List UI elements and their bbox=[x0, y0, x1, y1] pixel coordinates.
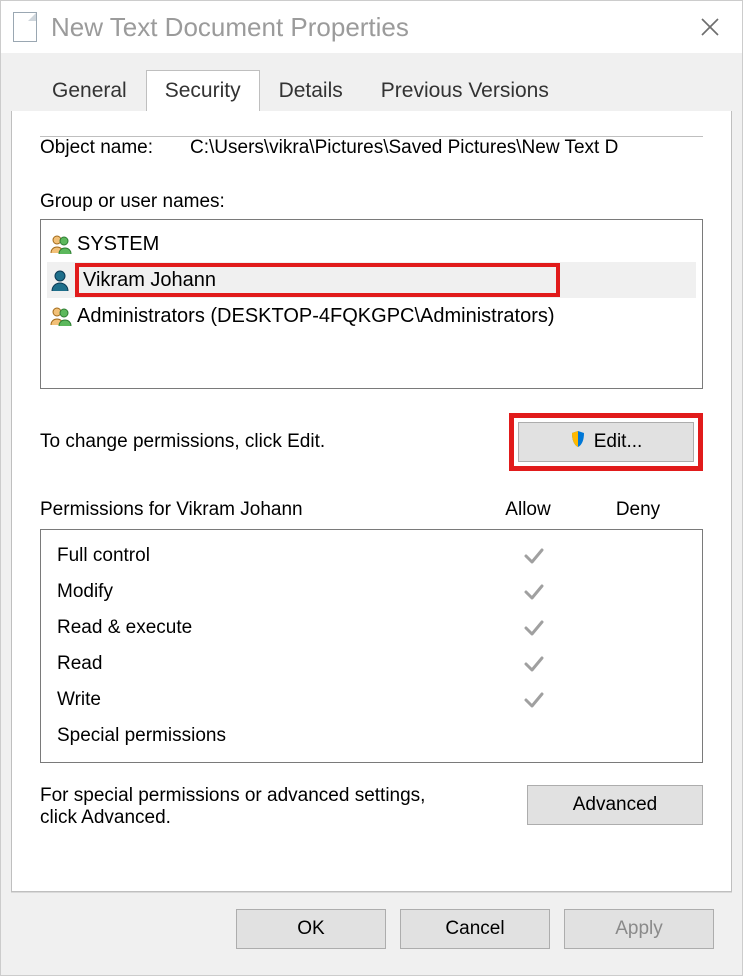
permission-name: Special permissions bbox=[57, 725, 480, 747]
shield-icon bbox=[570, 430, 586, 454]
edit-button[interactable]: Edit... bbox=[518, 422, 694, 462]
allow-header: Allow bbox=[473, 499, 583, 521]
permission-name: Modify bbox=[57, 581, 480, 603]
check-icon bbox=[523, 653, 545, 675]
object-name-value: C:\Users\vikra\Pictures\Saved Pictures\N… bbox=[190, 137, 703, 159]
group-icon bbox=[49, 233, 77, 255]
advanced-row: For special permissions or advanced sett… bbox=[40, 785, 703, 829]
permission-allow bbox=[480, 545, 588, 567]
close-button[interactable] bbox=[690, 17, 730, 37]
apply-button[interactable]: Apply bbox=[564, 909, 714, 949]
check-icon bbox=[523, 545, 545, 567]
deny-header: Deny bbox=[583, 499, 693, 521]
tab-security[interactable]: Security bbox=[146, 70, 260, 111]
permission-name: Write bbox=[57, 689, 480, 711]
permission-row: Modify bbox=[57, 574, 696, 610]
document-icon bbox=[13, 12, 37, 42]
check-icon bbox=[523, 689, 545, 711]
permission-allow bbox=[480, 689, 588, 711]
dialog-footer: OK Cancel Apply bbox=[11, 892, 732, 965]
group-icon bbox=[49, 305, 77, 327]
permission-row: Special permissions bbox=[57, 718, 696, 754]
permission-name: Read & execute bbox=[57, 617, 480, 639]
check-icon bbox=[523, 617, 545, 639]
cancel-button[interactable]: Cancel bbox=[400, 909, 550, 949]
permissions-table: Full control Modify Read & execute Read Writ… bbox=[40, 529, 703, 763]
check-icon bbox=[523, 581, 545, 603]
list-item-label: Administrators (DESKTOP-4FQKGPC\Administ… bbox=[77, 305, 555, 328]
list-item-label: SYSTEM bbox=[77, 233, 159, 256]
tab-strip: General Security Details Previous Versio… bbox=[11, 53, 732, 111]
permission-allow bbox=[480, 653, 588, 675]
group-user-list[interactable]: SYSTEM Vikram Johann bbox=[40, 219, 703, 389]
permissions-header: Permissions for Vikram Johann Allow Deny bbox=[40, 499, 703, 521]
list-item[interactable]: SYSTEM bbox=[47, 226, 696, 262]
object-name-label: Object name: bbox=[40, 137, 190, 159]
tab-previous-versions[interactable]: Previous Versions bbox=[362, 70, 568, 111]
ok-button[interactable]: OK bbox=[236, 909, 386, 949]
list-item[interactable]: Vikram Johann bbox=[47, 262, 696, 298]
object-name-row: Object name: C:\Users\vikra\Pictures\Sav… bbox=[40, 137, 703, 159]
permission-name: Read bbox=[57, 653, 480, 675]
tab-body: Object name: C:\Users\vikra\Pictures\Sav… bbox=[11, 111, 732, 892]
group-user-label: Group or user names: bbox=[40, 191, 703, 213]
change-permissions-text: To change permissions, click Edit. bbox=[40, 431, 325, 453]
user-icon bbox=[49, 269, 77, 291]
tab-details[interactable]: Details bbox=[260, 70, 362, 111]
list-item-label: Vikram Johann bbox=[83, 269, 216, 292]
permissions-for-label: Permissions for Vikram Johann bbox=[40, 499, 473, 521]
permission-row: Read bbox=[57, 646, 696, 682]
titlebar: New Text Document Properties bbox=[1, 1, 742, 53]
advanced-text: For special permissions or advanced sett… bbox=[40, 785, 460, 829]
close-icon bbox=[700, 17, 720, 37]
window-title: New Text Document Properties bbox=[51, 12, 690, 43]
permission-row: Read & execute bbox=[57, 610, 696, 646]
advanced-button[interactable]: Advanced bbox=[527, 785, 703, 825]
permission-row: Write bbox=[57, 682, 696, 718]
tab-general[interactable]: General bbox=[33, 70, 146, 111]
change-permissions-row: To change permissions, click Edit. Edit.… bbox=[40, 413, 703, 471]
permission-row: Full control bbox=[57, 538, 696, 574]
selected-user-highlight: Vikram Johann bbox=[75, 263, 560, 297]
list-item[interactable]: Administrators (DESKTOP-4FQKGPC\Administ… bbox=[47, 298, 696, 334]
edit-button-label: Edit... bbox=[594, 431, 643, 453]
permission-allow bbox=[480, 617, 588, 639]
permission-name: Full control bbox=[57, 545, 480, 567]
permission-allow bbox=[480, 581, 588, 603]
dialog-client: General Security Details Previous Versio… bbox=[1, 53, 742, 975]
edit-highlight: Edit... bbox=[509, 413, 703, 471]
